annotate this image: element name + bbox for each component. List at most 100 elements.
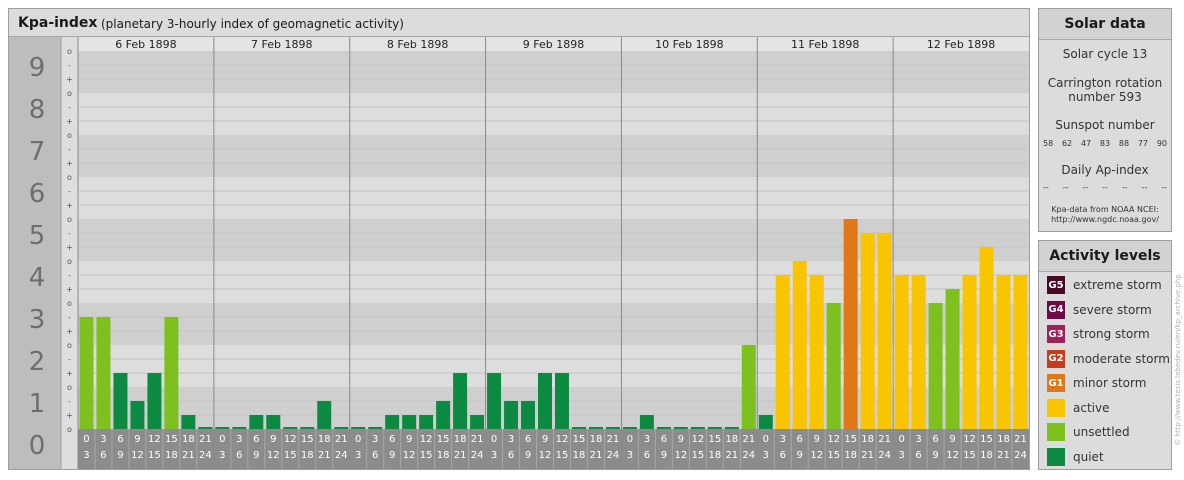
y-band	[78, 51, 1029, 93]
kp-bar	[911, 274, 926, 429]
minor-mark: +	[66, 75, 73, 84]
interval-start-label: 18	[590, 434, 603, 445]
interval-end-label: 9	[117, 450, 123, 461]
kp-bar	[826, 303, 841, 429]
y-band	[78, 135, 1029, 177]
legend-label: strong storm	[1073, 327, 1150, 341]
sunspot-value: 77	[1137, 139, 1149, 148]
kp-bar	[962, 274, 977, 429]
interval-end-label: 6	[100, 450, 106, 461]
interval-start-label: 9	[814, 434, 820, 445]
interval-start-label: 3	[100, 434, 106, 445]
interval-end-label: 12	[674, 450, 687, 461]
legend-item-minor-storm: G1 minor storm	[1047, 373, 1146, 393]
kp-bar	[368, 427, 383, 429]
kp-bar	[707, 427, 722, 429]
kp-bar	[215, 427, 230, 429]
interval-end-label: 3	[763, 450, 769, 461]
minor-mark: -	[68, 187, 71, 196]
interval-end-label: 3	[219, 450, 225, 461]
kp-bar	[249, 415, 264, 429]
interval-start-label: 18	[182, 434, 195, 445]
legend-item-severe-storm: G4 severe storm	[1047, 300, 1152, 320]
sunspot-value: 83	[1099, 139, 1111, 148]
kp-bar	[945, 289, 960, 429]
interval-end-label: 9	[253, 450, 259, 461]
interval-end-label: 15	[284, 450, 297, 461]
interval-end-label: 12	[810, 450, 823, 461]
legend-label: severe storm	[1073, 302, 1152, 317]
legend-label: unsettled	[1073, 425, 1130, 439]
kp-bar	[436, 400, 451, 429]
legend-item-moderate-storm: G2 moderate storm	[1047, 349, 1170, 369]
chart-subtitle: (planetary 3-hourly index of geomagnetic…	[101, 17, 404, 31]
minor-mark: o	[67, 47, 72, 56]
kp-bar	[724, 427, 739, 429]
interval-start-label: 12	[963, 434, 976, 445]
source-line-1: Kpa-data from NOAA NCEI:	[1051, 205, 1159, 214]
minor-mark: +	[66, 369, 73, 378]
legend-swatch	[1047, 398, 1065, 417]
kp-bar	[164, 316, 179, 429]
sunspot-values: 58 62 47 83 88 77 90	[1043, 139, 1167, 148]
kp-bar	[538, 373, 552, 429]
interval-start-label: 15	[844, 434, 857, 445]
ap-value: --	[1161, 183, 1167, 192]
interval-start-label: 12	[284, 434, 297, 445]
kp-bar	[419, 415, 434, 429]
minor-mark: +	[66, 285, 73, 294]
minor-mark: -	[68, 61, 71, 70]
kp-bar	[928, 303, 943, 429]
day-label: 12 Feb 1898	[927, 38, 995, 51]
kp-bar	[385, 415, 400, 429]
kp-bar	[605, 427, 620, 429]
interval-start-label: 6	[525, 434, 531, 445]
minor-mark: +	[66, 117, 73, 126]
interval-end-label: 18	[844, 450, 857, 461]
sunspot-value: 62	[1061, 139, 1073, 148]
kp-bar	[317, 400, 332, 429]
interval-end-label: 9	[525, 450, 531, 461]
legend-item-strong-storm: G3 strong storm	[1047, 324, 1150, 344]
day-label: 9 Feb 1898	[523, 38, 584, 51]
kp-bar	[521, 400, 536, 429]
interval-start-label: 15	[165, 434, 178, 445]
interval-start-label: 3	[780, 434, 786, 445]
sunspot-number-label: Sunspot number	[1055, 118, 1155, 132]
interval-start-label: 12	[556, 434, 569, 445]
day-label: 10 Feb 1898	[655, 38, 723, 51]
interval-start-label: 6	[932, 434, 938, 445]
interval-start-label: 3	[644, 434, 650, 445]
credit-text: © http://www.tesis.lebedev.ru/en/kp_arch…	[1172, 250, 1184, 470]
daily-ap-values: -- -- -- -- -- -- --	[1043, 183, 1167, 192]
interval-start-label: 6	[661, 434, 667, 445]
kp-bar	[622, 427, 637, 429]
y-tick-label: 1	[29, 389, 46, 419]
activity-levels-title: Activity levels	[1039, 241, 1171, 272]
kp-bar	[79, 316, 94, 429]
minor-mark: -	[68, 355, 71, 364]
y-band	[78, 177, 1029, 219]
interval-end-label: 12	[539, 450, 552, 461]
kpa-chart: 0123456789o+o+-o+-o+-o+-o+-o+-o+-o+-o-6 …	[9, 37, 1029, 469]
interval-end-label: 24	[607, 450, 620, 461]
kp-bar	[843, 219, 858, 429]
sunspot-value: 90	[1156, 139, 1167, 148]
kp-bar	[809, 274, 824, 429]
legend-label: moderate storm	[1073, 351, 1170, 366]
interval-end-label: 15	[827, 450, 840, 461]
interval-start-label: 3	[915, 434, 921, 445]
interval-start-label: 3	[236, 434, 242, 445]
chart-title: Kpa-index	[18, 15, 98, 31]
interval-end-label: 3	[83, 450, 89, 461]
interval-end-label: 21	[590, 450, 603, 461]
minor-mark: o	[67, 215, 72, 224]
interval-end-label: 6	[644, 450, 650, 461]
interval-start-label: 21	[199, 434, 212, 445]
interval-end-label: 9	[389, 450, 395, 461]
interval-end-label: 6	[780, 450, 786, 461]
interval-start-label: 12	[420, 434, 433, 445]
day-label: 7 Feb 1898	[251, 38, 312, 51]
kp-bar	[690, 427, 705, 429]
interval-end-label: 24	[742, 450, 755, 461]
